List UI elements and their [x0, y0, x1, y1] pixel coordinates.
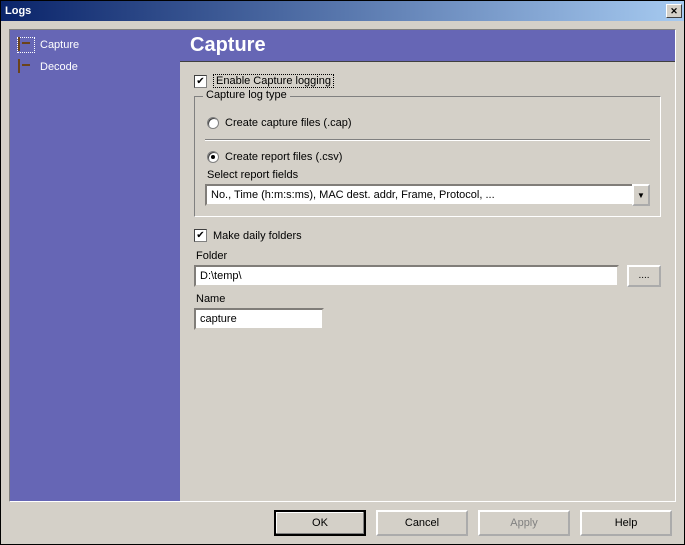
logs-window: Logs ✕ Capture Decode Capture ✔ — [0, 0, 685, 545]
ok-button[interactable]: OK — [274, 510, 366, 536]
cancel-button[interactable]: Cancel — [376, 510, 468, 536]
sidebar-item-decode[interactable]: Decode — [14, 58, 176, 76]
sidebar-item-label: Decode — [40, 61, 78, 73]
window-title: Logs — [5, 5, 666, 17]
box-icon — [18, 60, 34, 74]
browse-button[interactable]: .... — [627, 265, 661, 287]
client-area: Capture Decode Capture ✔ Enable Capture … — [1, 21, 684, 544]
name-input[interactable]: capture — [194, 308, 324, 330]
help-button[interactable]: Help — [580, 510, 672, 536]
enable-logging-label: Enable Capture logging — [213, 74, 334, 88]
report-fields-combo[interactable]: No., Time (h:m:s:ms), MAC dest. addr, Fr… — [205, 184, 650, 206]
daily-folders-row[interactable]: ✔ Make daily folders — [194, 229, 661, 242]
folder-input[interactable]: D:\temp\ — [194, 265, 619, 287]
apply-button: Apply — [478, 510, 570, 536]
daily-folders-label: Make daily folders — [213, 230, 302, 242]
sidebar-item-label: Capture — [40, 39, 79, 51]
csv-radio-label: Create report files (.csv) — [225, 151, 342, 163]
cap-radio-row[interactable]: Create capture files (.cap) — [207, 117, 650, 129]
capture-log-type-group: Capture log type Create capture files (.… — [194, 96, 661, 217]
enable-logging-row[interactable]: ✔ Enable Capture logging — [194, 74, 661, 88]
divider — [205, 139, 650, 141]
folder-row: D:\temp\ .... — [194, 265, 661, 287]
select-fields-label: Select report fields — [207, 169, 650, 181]
cap-radio[interactable] — [207, 117, 219, 129]
cap-radio-label: Create capture files (.cap) — [225, 117, 352, 129]
sidebar: Capture Decode — [10, 30, 180, 501]
name-label: Name — [196, 293, 661, 305]
sidebar-item-capture[interactable]: Capture — [14, 36, 176, 54]
csv-radio-row[interactable]: Create report files (.csv) — [207, 151, 650, 163]
chevron-down-icon[interactable]: ▼ — [632, 184, 650, 206]
group-legend: Capture log type — [203, 89, 290, 101]
daily-folders-checkbox[interactable]: ✔ — [194, 229, 207, 242]
titlebar[interactable]: Logs ✕ — [1, 1, 684, 21]
enable-logging-checkbox[interactable]: ✔ — [194, 75, 207, 88]
content-panel: Capture ✔ Enable Capture logging Capture… — [180, 30, 675, 501]
button-row: OK Cancel Apply Help — [9, 502, 676, 536]
close-icon[interactable]: ✕ — [666, 4, 682, 18]
folder-label: Folder — [196, 250, 661, 262]
page-title: Capture — [180, 30, 675, 62]
content-body: ✔ Enable Capture logging Capture log typ… — [180, 62, 675, 501]
csv-radio[interactable] — [207, 151, 219, 163]
report-fields-value[interactable]: No., Time (h:m:s:ms), MAC dest. addr, Fr… — [205, 184, 632, 206]
main-row: Capture Decode Capture ✔ Enable Capture … — [9, 29, 676, 502]
box-icon — [18, 38, 34, 52]
